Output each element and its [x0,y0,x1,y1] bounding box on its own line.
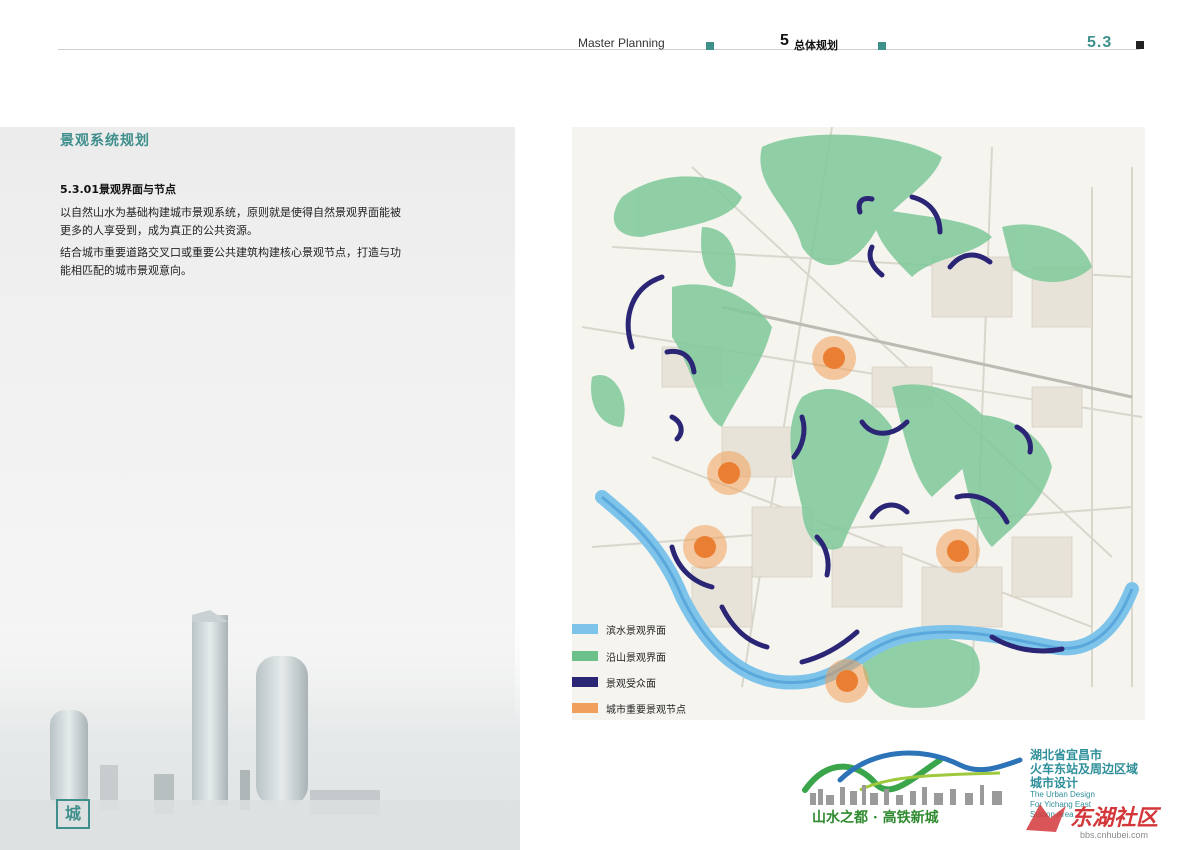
legend-label: 城市重要景观节点 [606,705,686,716]
legend-swatch [572,703,598,713]
header-marker [706,42,714,50]
sub-title: 5.3.01景观界面与节点 [60,183,176,196]
paragraph-2-line-2: 能相匹配的城市景观意向。 [60,264,192,277]
legend-swatch [572,677,598,687]
legend-label: 滨水景观界面 [606,626,666,637]
legend-item-mountain: 沿山景观界面 [572,649,772,664]
legend-swatch [572,651,598,661]
project-title-line: 湖北省宜昌市 [1030,748,1103,762]
chapter-number: 5 [780,32,789,49]
page-number: 5.3 [1087,34,1113,51]
legend-label: 景观受众面 [606,679,656,690]
legend-item-waterfront: 滨水景观界面 [572,622,772,637]
watermark-text: 东湖社区 [1070,806,1159,831]
watermark-logo-icon [1026,804,1066,832]
brand-logo-mark: 城 [56,799,90,829]
project-title: 湖北省宜昌市 火车东站及周边区域 城市设计 [1030,748,1138,790]
legend-label: 沿山景观界面 [606,653,666,664]
paragraph-1-line-1: 以自然山水为基础构建城市景观系统，原则就是使得自然景观界面能被 [60,206,401,219]
paragraph-1-line-2: 更多的人享受到，成为真正的公共资源。 [60,224,258,237]
legend-item-audience: 景观受众面 [572,675,772,690]
header-end-marker [1136,41,1144,49]
chapter-title: 总体规划 [794,39,838,52]
project-title-line: 城市设计 [1030,776,1079,790]
project-title-line: 火车东站及周边区域 [1030,762,1139,776]
section-title: 景观系统规划 [60,133,150,149]
header-section-en: Master Planning [578,36,665,50]
brand-slogan: 山水之都 · 高铁新城 [812,810,939,826]
header-marker [878,42,886,50]
legend-swatch [572,624,598,634]
watermark-url: bbs.cnhubei.com [1080,830,1149,840]
legend-item-node: 城市重要景观节点 [572,701,772,716]
project-title-en-line: The Urban Design [1030,790,1095,799]
paragraph-2-line-1: 结合城市重要道路交叉口或重要公共建筑构建核心景观节点，打造与功 [60,246,401,259]
